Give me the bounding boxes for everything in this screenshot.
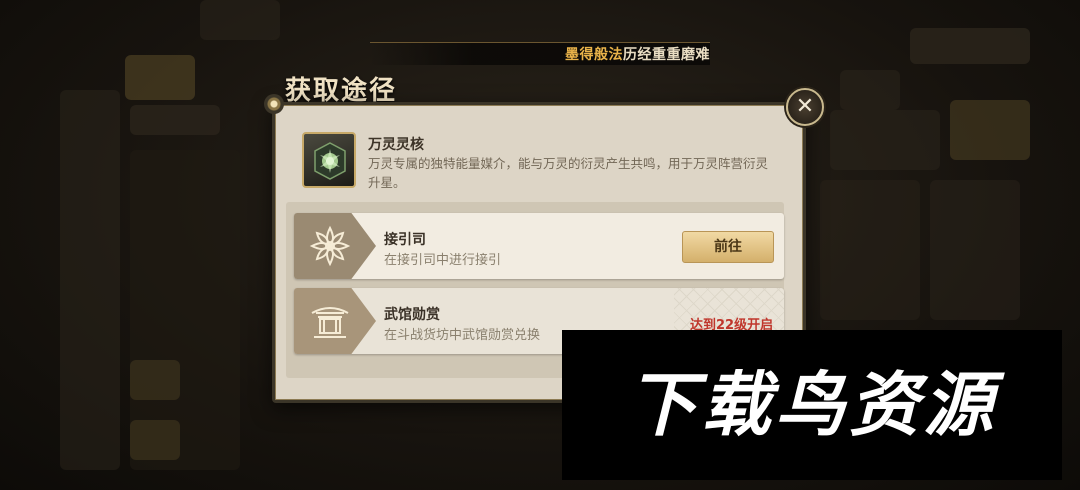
watermark-text: 下载鸟资源	[627, 364, 997, 446]
close-icon: ✕	[795, 94, 815, 119]
source-emblem	[294, 213, 376, 279]
spirit-core-icon	[302, 132, 356, 188]
source-subtitle: 在接引司中进行接引	[384, 253, 502, 268]
item-name: 万灵灵核	[368, 137, 424, 153]
story-banner: 墨得般法历经重重磨难	[370, 42, 710, 65]
lotus-emblem-icon	[309, 225, 351, 267]
source-subtitle: 在斗战货坊中武馆勋赏兑换	[384, 328, 541, 343]
close-button[interactable]: ✕	[786, 88, 824, 126]
story-banner-text: 墨得般法历经重重磨难	[565, 43, 710, 65]
watermark: 下载鸟资源	[562, 330, 1062, 480]
list-item-recruit-office: 接引司 在接引司中进行接引 前往	[294, 213, 784, 279]
corner-ornament-icon	[264, 94, 284, 114]
pavilion-icon	[311, 307, 349, 338]
item-info: 万灵灵核 万灵专属的独特能量媒介，能与万灵的衍灵产生共鸣，用于万灵阵营衍灵升星。	[302, 132, 792, 192]
story-banner-rest: 历经重重磨难	[623, 46, 710, 62]
source-title: 接引司	[384, 232, 426, 248]
source-title: 武馆勋赏	[384, 307, 440, 323]
source-emblem	[294, 288, 376, 354]
item-description: 万灵专属的独特能量媒介，能与万灵的衍灵产生共鸣，用于万灵阵营衍灵升星。	[368, 156, 769, 190]
goto-button[interactable]: 前往	[682, 231, 774, 263]
story-banner-highlight: 墨得般法	[565, 46, 623, 62]
